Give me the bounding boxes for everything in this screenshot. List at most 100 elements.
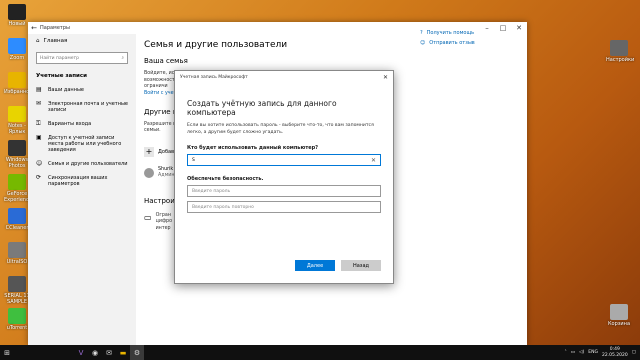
- clock-date: 22.05.2020: [601, 352, 628, 358]
- window-title: Параметры: [40, 25, 70, 31]
- desktop-icon[interactable]: GeForce Experience: [4, 174, 32, 203]
- taskbar: ⊞ V ◉ ✉ ▬ ⚙ ˄ ▭ ◁) ENG 0:49 22.05.2020 ▢: [0, 345, 640, 360]
- desktop-icon-label: Избранное: [4, 89, 33, 95]
- next-button[interactable]: Далее: [295, 260, 335, 271]
- folder-icon: [8, 72, 26, 88]
- taskbar-app[interactable]: ✉: [102, 345, 116, 360]
- sidebar-item-label: Доступ к учетной записи места работы или…: [48, 135, 122, 153]
- user-role: Админ: [158, 172, 175, 178]
- language-indicator[interactable]: ENG: [588, 350, 598, 355]
- search-input[interactable]: Найти параметр ⌕: [36, 52, 128, 64]
- start-button[interactable]: ⊞: [0, 345, 14, 360]
- sidebar-item-label: Варианты входа: [48, 121, 92, 127]
- briefcase-icon: ▣: [36, 134, 42, 141]
- sync-icon: ⟳: [36, 174, 42, 181]
- browser-icon: ◉: [91, 348, 99, 357]
- minimize-icon[interactable]: –: [479, 24, 495, 32]
- sidebar-item-label: Ваши данные: [48, 87, 84, 93]
- plus-icon: +: [144, 146, 154, 157]
- desktop-icon[interactable]: CCleaner: [4, 208, 30, 231]
- key-icon: ⚿: [36, 120, 41, 127]
- username-value: S: [192, 157, 195, 163]
- windows-logo-icon: ⊞: [4, 348, 10, 357]
- recycle-bin-icon: [610, 304, 628, 320]
- sidebar-home-label: Главная: [43, 38, 68, 44]
- volume-icon[interactable]: ◁): [579, 350, 584, 355]
- dialog-heading: Создать учётную запись для данного компь…: [187, 99, 337, 117]
- document-icon: [8, 276, 26, 292]
- search-placeholder: Найти параметр: [40, 55, 79, 61]
- desktop-icon[interactable]: Корзина: [606, 304, 632, 327]
- zoom-icon: [8, 38, 26, 54]
- taskbar-app[interactable]: ▬: [116, 345, 130, 360]
- desktop-icon[interactable]: Избранное: [4, 72, 33, 95]
- ultraiso-icon: [8, 242, 26, 258]
- mail-icon: ✉: [106, 348, 112, 357]
- clock[interactable]: 0:49 22.05.2020: [602, 347, 628, 358]
- taskbar-app[interactable]: V: [74, 345, 88, 360]
- desktop-icon[interactable]: uTorrent: [4, 308, 30, 331]
- desktop-icon-label: Настройки: [606, 57, 635, 63]
- notifications-icon[interactable]: ▢: [632, 350, 636, 355]
- taskbar-app-settings[interactable]: ⚙: [130, 345, 144, 360]
- visual-studio-icon: V: [78, 348, 84, 357]
- password-repeat-input[interactable]: Введите пароль повторно: [187, 201, 381, 213]
- network-icon[interactable]: ▭: [571, 350, 575, 355]
- desktop-icon[interactable]: Новый: [4, 4, 30, 27]
- desktop-icon[interactable]: Windows Photos: [4, 140, 30, 169]
- password-input[interactable]: Введите пароль: [187, 185, 381, 197]
- sidebar-item-family[interactable]: ☺ Семья и другие пользователи: [28, 157, 136, 171]
- sidebar-section-title: Учетные записи: [36, 73, 88, 79]
- sidebar-item-email[interactable]: ✉ Электронная почта и учетные записи: [28, 97, 136, 117]
- notes-icon: [8, 106, 26, 122]
- taskbar-search[interactable]: [14, 345, 74, 360]
- app-icon: [8, 4, 26, 20]
- close-icon[interactable]: ✕: [383, 74, 388, 81]
- explorer-icon: ▬: [119, 348, 127, 357]
- settings-shortcut-icon: [610, 40, 628, 56]
- dialog-description: Если вы хотите использовать пароль - выб…: [187, 123, 374, 135]
- desktop-icon-label: Корзина: [607, 321, 631, 327]
- desktop-icon[interactable]: Notes - Ярлык: [4, 106, 30, 135]
- desktop-icon-label: Zoom: [9, 55, 25, 61]
- sidebar-item-work-access[interactable]: ▣ Доступ к учетной записи места работы ил…: [28, 131, 136, 157]
- sidebar-item-sync[interactable]: ⟳ Синхронизация ваших параметров: [28, 171, 136, 191]
- sidebar-item-label: Синхронизация ваших параметров: [48, 175, 108, 187]
- people-icon: ☺: [36, 160, 43, 167]
- clear-icon[interactable]: ✕: [371, 157, 376, 164]
- geforce-icon: [8, 174, 26, 190]
- desktop-icon-label: Notes - Ярлык: [8, 123, 26, 135]
- sidebar-item-your-info[interactable]: ▤ Ваши данные: [28, 83, 136, 97]
- home-icon: ⌂: [36, 38, 40, 44]
- dialog-titlebar: Учетная запись Майкрософт ✕: [175, 71, 393, 83]
- taskbar-app[interactable]: ◉: [88, 345, 102, 360]
- feedback-link[interactable]: ☺ Отправить отзыв: [420, 40, 475, 46]
- desktop-icon[interactable]: Zoom: [4, 38, 30, 61]
- desktop-icon[interactable]: UltraISO: [4, 242, 30, 265]
- sidebar-item-sign-in[interactable]: ⚿ Варианты входа: [28, 117, 136, 131]
- back-button[interactable]: Назад: [341, 260, 381, 271]
- desktop-icon-label: uTorrent: [6, 325, 28, 331]
- help-icon: ?: [420, 30, 423, 36]
- close-icon[interactable]: ✕: [511, 24, 527, 32]
- password-repeat-placeholder: Введите пароль повторно: [192, 204, 254, 210]
- get-help-label: Получить помощь: [426, 30, 475, 36]
- desktop-icon-label: SERIAL 11 SAMPLE: [4, 293, 30, 305]
- get-help-link[interactable]: ? Получить помощь: [420, 30, 475, 36]
- avatar: [144, 167, 154, 178]
- sidebar-home[interactable]: ⌂ Главная: [28, 34, 136, 48]
- gear-icon: ⚙: [133, 348, 141, 357]
- family-heading: Ваша семья: [144, 57, 188, 65]
- maximize-icon[interactable]: □: [495, 24, 511, 32]
- back-arrow-icon[interactable]: ←: [28, 24, 40, 32]
- chevron-up-icon[interactable]: ˄: [565, 350, 567, 355]
- desktop-icon[interactable]: SERIAL 11 SAMPLE: [4, 276, 30, 305]
- username-input[interactable]: S ✕: [187, 154, 381, 166]
- desktop-icon-label: GeForce Experience: [4, 191, 32, 203]
- sidebar-item-label: Семья и другие пользователи: [48, 161, 128, 167]
- ccleaner-icon: [8, 208, 26, 224]
- utorrent-icon: [8, 308, 26, 324]
- sidebar-item-label: Электронная почта и учетные записи: [48, 101, 129, 113]
- username-label: Кто будет использовать данный компьютер?: [187, 145, 319, 151]
- desktop-icon[interactable]: Настройки: [606, 40, 635, 63]
